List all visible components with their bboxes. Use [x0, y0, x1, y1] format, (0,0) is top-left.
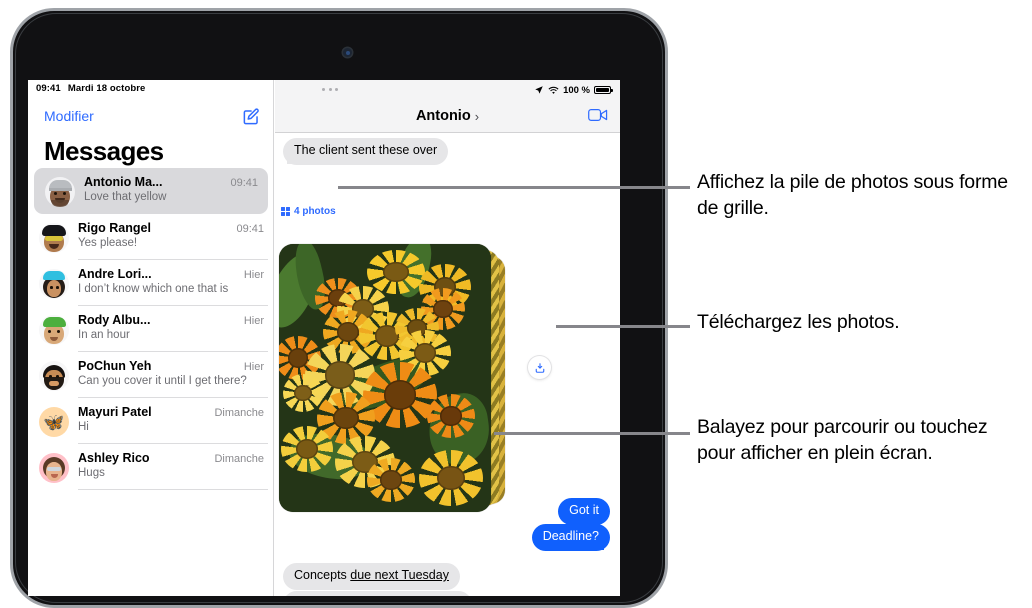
status-time: 09:41 [36, 83, 61, 94]
list-item[interactable]: Rody Albu... Hier In an hour [28, 306, 274, 352]
compose-icon[interactable] [242, 107, 261, 126]
list-item[interactable]: Andre Lori... Hier I don’t know which on… [28, 260, 274, 306]
message-time: Hier [243, 361, 264, 373]
divider [78, 489, 268, 490]
message-row: Got it [558, 498, 610, 525]
list-item[interactable]: Ashley Rico Dimanche Hugs [28, 444, 274, 490]
contact-name: Andre Lori... [78, 267, 152, 281]
sidebar-status-bar: 09:41 Mardi 18 octobre [28, 80, 274, 97]
list-item-body: Rigo Rangel 09:41 Yes please! [78, 221, 264, 253]
list-item-body: Mayuri Patel Dimanche Hi [78, 405, 264, 437]
flower-photo [279, 244, 491, 512]
message-row: The client sent these over [283, 138, 449, 165]
avatar [39, 361, 69, 391]
screenshot-stage: 09:41 Mardi 18 octobre Modifier Messages [0, 0, 1032, 608]
avatar [39, 315, 69, 345]
message-thread: The client sent these over 4 photos Got … [275, 134, 620, 596]
list-item[interactable]: Rigo Rangel 09:41 Yes please! [28, 214, 274, 260]
message-time: Hier [243, 315, 264, 327]
photo-card-front[interactable] [279, 244, 491, 512]
message-bubble-outgoing[interactable]: Got it [558, 498, 610, 525]
list-item-body: Antonio Ma... 09:41 Love that yellow [84, 175, 258, 207]
message-preview: Hi [78, 421, 89, 433]
list-item[interactable]: 🦋 Mayuri Patel Dimanche Hi [28, 398, 274, 444]
avatar [39, 223, 69, 253]
message-preview: Yes please! [78, 237, 138, 249]
message-time: 09:41 [230, 177, 258, 189]
leader-line-download [556, 325, 690, 328]
message-time: 09:41 [236, 223, 264, 235]
conversation-list: Antonio Ma... 09:41 Love that yellow Rig… [28, 168, 274, 490]
list-item-body: PoChun Yeh Hier Can you cover it until I… [78, 359, 264, 391]
message-bubble-incoming[interactable]: Concepts due next Tuesday [283, 563, 460, 590]
ipad-screen: 09:41 Mardi 18 octobre Modifier Messages [28, 80, 620, 596]
bubble-tail [287, 151, 299, 164]
download-photos-icon [535, 362, 544, 373]
avatar [45, 177, 75, 207]
message-time: Dimanche [214, 407, 264, 419]
photo-count-label[interactable]: 4 photos [281, 206, 336, 217]
leader-line-swipe [494, 432, 690, 435]
message-text-link[interactable]: due next Tuesday [350, 568, 449, 582]
message-preview: I don’t know which one that is [78, 283, 229, 295]
message-time: Hier [243, 269, 264, 281]
battery-percent-label: 100 % [563, 84, 590, 96]
leader-line-grid [338, 186, 690, 189]
contact-name: PoChun Yeh [78, 359, 152, 373]
callout-download: Téléchargez les photos. [697, 311, 900, 333]
facetime-video-icon[interactable] [588, 108, 608, 127]
callout-swipe: Balayez pour parcourir ou touchez pour a… [697, 416, 988, 464]
status-date: Mardi 18 octobre [67, 83, 146, 94]
butterfly-icon: 🦋 [43, 412, 65, 432]
photo-stack[interactable] [279, 244, 509, 516]
wifi-icon [548, 86, 559, 94]
message-bubble-incoming[interactable]: The client sent these over [283, 138, 449, 165]
message-row: Deadline? [531, 524, 610, 551]
avatar [39, 453, 69, 483]
conversation-pane: 100 % Antonio › The client sent these ov… [275, 80, 620, 596]
avatar [39, 269, 69, 299]
multitask-grabber-icon[interactable] [322, 88, 338, 91]
download-photos-button[interactable] [528, 356, 551, 379]
message-preview: Love that yellow [84, 191, 167, 203]
conversation-navbar: Antonio › [275, 100, 620, 133]
message-time: Dimanche [214, 453, 264, 465]
contact-name: Ashley Rico [78, 451, 150, 465]
location-arrow-icon [535, 86, 543, 94]
chevron-right-icon: › [474, 108, 480, 124]
sidebar-toolbar: Modifier [28, 100, 274, 132]
message-row: Sending over the timeline now [283, 591, 473, 596]
contact-name: Rigo Rangel [78, 221, 151, 235]
conversation-title-label: Antonio [415, 108, 471, 124]
edit-button[interactable]: Modifier [44, 108, 94, 124]
list-item[interactable]: Antonio Ma... 09:41 Love that yellow [34, 168, 268, 214]
detail-status-bar: 100 % [275, 80, 620, 100]
list-item[interactable]: PoChun Yeh Hier Can you cover it until I… [28, 352, 274, 398]
contact-name: Rody Albu... [78, 313, 151, 327]
message-preview: Can you cover it until I get there? [78, 375, 247, 387]
page-title: Messages [44, 136, 164, 166]
contact-name: Antonio Ma... [84, 175, 163, 189]
avatar: 🦋 [39, 407, 69, 437]
message-preview: Hugs [78, 467, 105, 479]
list-item-body: Ashley Rico Dimanche Hugs [78, 451, 264, 483]
list-item-body: Rody Albu... Hier In an hour [78, 313, 264, 345]
bubble-tail [592, 537, 604, 550]
message-bubble-incoming[interactable]: Sending over the timeline now [283, 591, 473, 596]
messages-sidebar: 09:41 Mardi 18 octobre Modifier Messages [28, 80, 274, 596]
battery-full-icon [594, 86, 613, 94]
photo-count-text: 4 photos [294, 206, 336, 217]
contact-name: Mayuri Patel [78, 405, 152, 419]
grid-view-icon[interactable] [281, 207, 290, 216]
message-preview: In an hour [78, 329, 130, 341]
front-camera-icon [343, 48, 352, 57]
list-item-body: Andre Lori... Hier I don’t know which on… [78, 267, 264, 299]
message-text-plain: Concepts [294, 568, 351, 582]
callout-grid: Affichez la pile de photos sous forme de… [697, 171, 1008, 219]
conversation-title[interactable]: Antonio › [416, 108, 479, 124]
status-indicators: 100 % [534, 84, 613, 96]
message-row: Concepts due next Tuesday [283, 563, 460, 590]
